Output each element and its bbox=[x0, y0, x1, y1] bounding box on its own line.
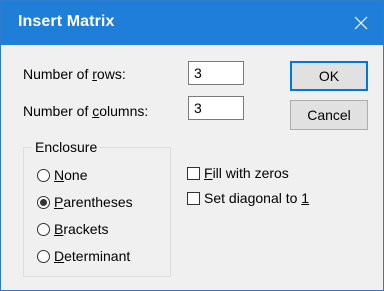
close-button[interactable] bbox=[339, 1, 383, 45]
radio-none-rest: one bbox=[64, 167, 88, 183]
radio-determinant-label: Determinant bbox=[54, 248, 130, 264]
fill-zeros-checkbox[interactable] bbox=[187, 166, 200, 180]
radio-parentheses-key: P bbox=[54, 194, 64, 210]
columns-label-pre: Number of bbox=[23, 103, 93, 119]
enclosure-legend: Enclosure bbox=[32, 139, 101, 155]
dialog-title: Insert Matrix bbox=[18, 13, 115, 30]
insert-matrix-dialog: Insert Matrix Number of rows: Number of … bbox=[0, 0, 384, 291]
radio-determinant-rest: eterminant bbox=[64, 248, 131, 264]
diagonal-checkbox[interactable] bbox=[187, 191, 200, 205]
radio-brackets-key: B bbox=[54, 221, 64, 237]
radio-selected-dot bbox=[40, 198, 47, 206]
radio-brackets-label: Brackets bbox=[54, 221, 108, 237]
radio-brackets-circle[interactable] bbox=[37, 222, 50, 236]
radio-determinant-key: D bbox=[54, 248, 65, 264]
radio-none-circle[interactable] bbox=[37, 168, 50, 182]
radio-determinant-circle[interactable] bbox=[37, 249, 50, 263]
rows-label-post: ows: bbox=[96, 66, 126, 82]
diagonal-key: 1 bbox=[301, 190, 310, 206]
radio-none-label: None bbox=[54, 167, 87, 183]
columns-label-post: olumns: bbox=[99, 103, 149, 119]
radio-none-key: N bbox=[54, 167, 65, 183]
diagonal-pre: Set diagonal to bbox=[204, 190, 302, 206]
rows-input[interactable] bbox=[188, 61, 244, 85]
radio-brackets[interactable]: Brackets bbox=[37, 219, 108, 239]
title-bar: Insert Matrix bbox=[1, 1, 383, 45]
radio-none[interactable]: None bbox=[37, 165, 87, 185]
radio-parentheses-circle[interactable] bbox=[37, 195, 50, 209]
fill-zeros-checkbox-row[interactable]: Fill with zeros bbox=[187, 163, 289, 183]
close-icon bbox=[354, 16, 368, 30]
radio-parentheses[interactable]: Parentheses bbox=[37, 192, 133, 212]
diagonal-label: Set diagonal to 1 bbox=[204, 190, 309, 206]
rows-label-pre: Number of bbox=[23, 66, 93, 82]
radio-parentheses-label: Parentheses bbox=[54, 194, 133, 210]
fill-zeros-rest: ill with zeros bbox=[212, 165, 289, 181]
radio-determinant[interactable]: Determinant bbox=[37, 246, 130, 266]
ok-button[interactable]: OK bbox=[290, 61, 368, 91]
fill-zeros-key: F bbox=[204, 165, 213, 181]
fill-zeros-label: Fill with zeros bbox=[204, 165, 289, 181]
radio-brackets-rest: rackets bbox=[63, 221, 109, 237]
rows-label: Number of rows: bbox=[23, 66, 126, 82]
columns-label: Number of columns: bbox=[23, 103, 148, 119]
dialog-body: Number of rows: Number of columns: OK Ca… bbox=[1, 45, 383, 290]
radio-parentheses-rest: arentheses bbox=[63, 194, 133, 210]
cancel-button[interactable]: Cancel bbox=[290, 100, 368, 130]
diagonal-checkbox-row[interactable]: Set diagonal to 1 bbox=[187, 188, 309, 208]
enclosure-group: Enclosure None Parentheses Brackets Dete… bbox=[23, 139, 171, 277]
columns-input[interactable] bbox=[188, 96, 244, 120]
